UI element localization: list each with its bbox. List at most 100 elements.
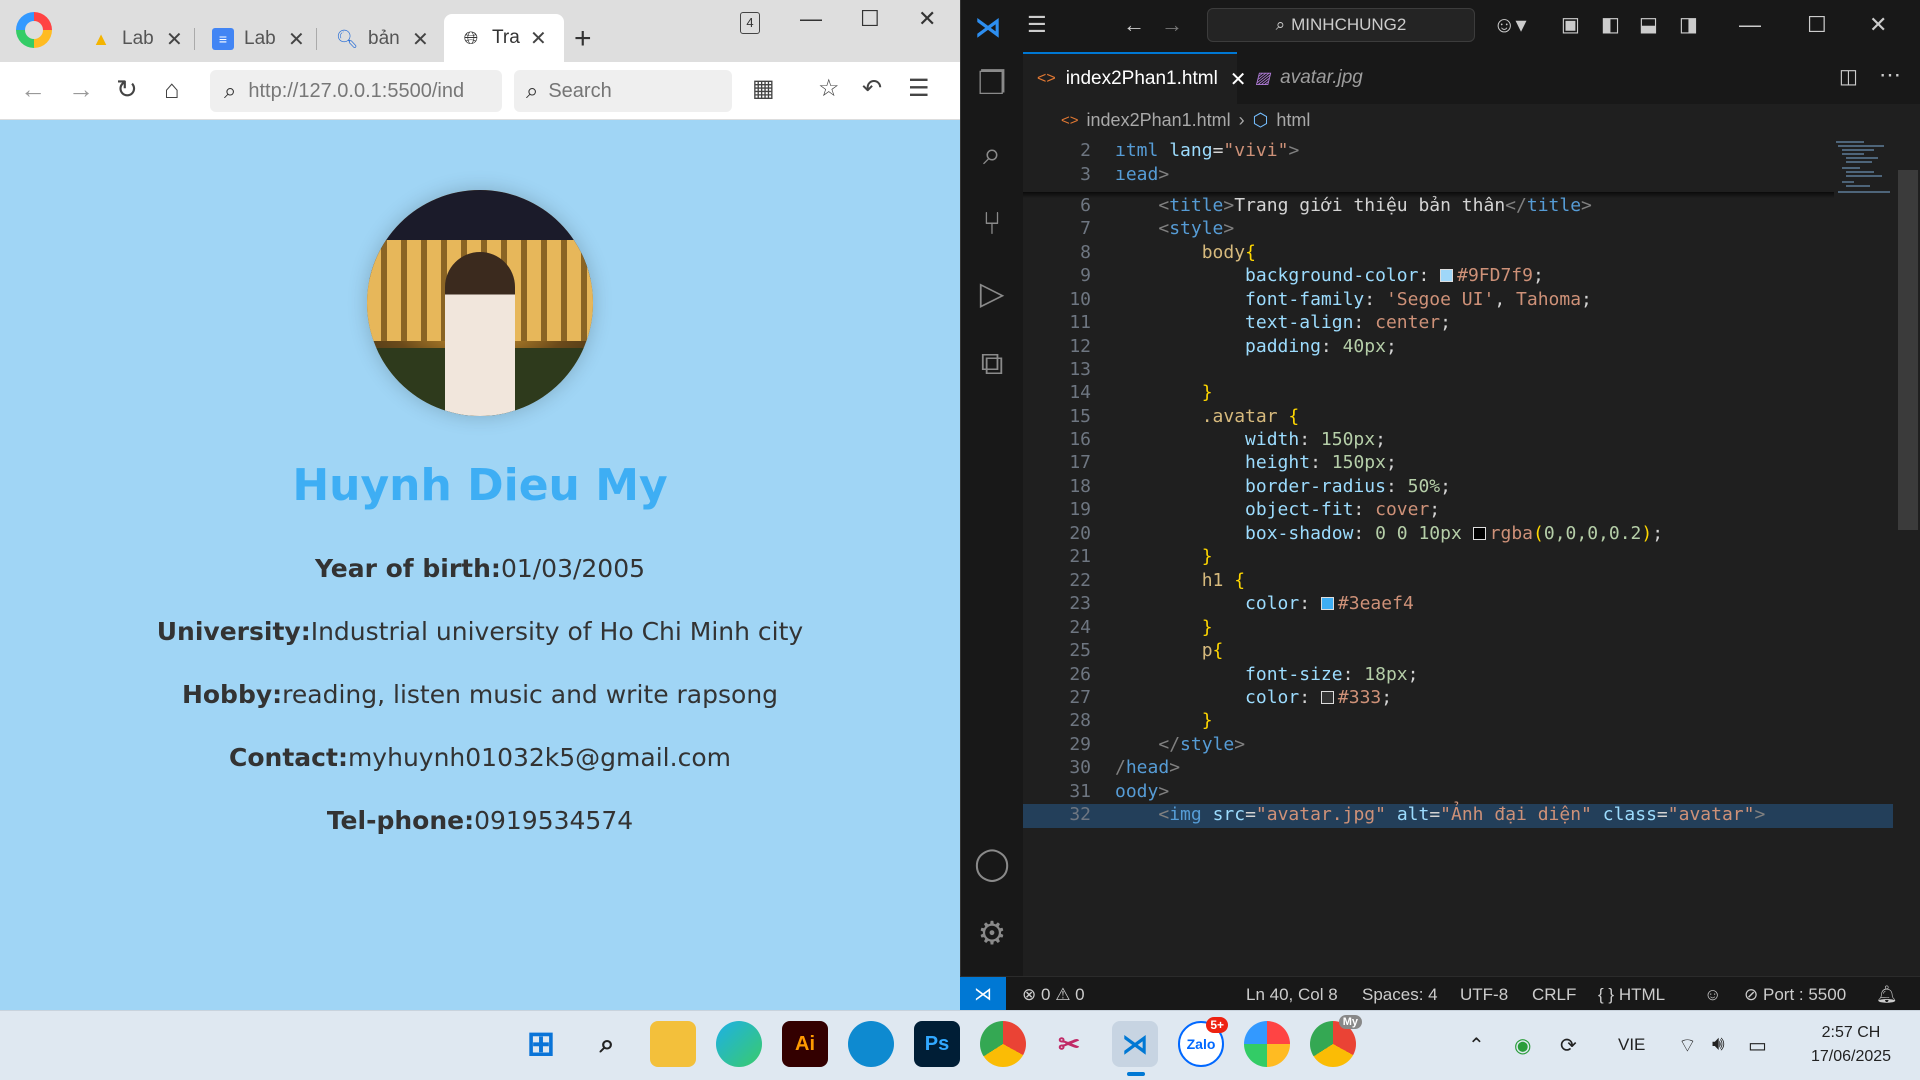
address-bar[interactable]: ⌕ http://127.0.0.1:5500/ind <box>210 70 502 112</box>
code-editor[interactable]: 2 ıtml lang="vivi"> 3 ıead> 6 <title>Trang… <box>1023 140 1893 976</box>
search-icon: ⌕ <box>526 78 539 103</box>
maximize-button[interactable]: ☐ <box>1807 12 1827 38</box>
chrome-icon[interactable] <box>980 1021 1026 1067</box>
snipping-tool-icon[interactable]: ✂ <box>1046 1021 1092 1067</box>
zalo-icon[interactable]: Zalo 5+ <box>1178 1017 1228 1067</box>
code-line: 22 h1 { <box>1069 570 1246 591</box>
code-line: 15 .avatar { <box>1069 406 1300 427</box>
search-box[interactable]: ⌕ <box>514 70 732 112</box>
code-line: 16 width: 150px; <box>1069 429 1386 450</box>
live-server-port[interactable]: ⊘ Port : 5500 <box>1744 985 1846 1005</box>
undo-icon[interactable]: ↶ <box>862 74 882 103</box>
minimize-button[interactable]: — <box>800 6 822 32</box>
code-line: 27 color: #333; <box>1069 687 1393 708</box>
close-window-button[interactable]: ✕ <box>918 6 936 32</box>
sync-icon[interactable]: ⟳ <box>1560 1033 1577 1058</box>
home-button[interactable]: ⌂ <box>164 74 180 105</box>
menu-icon[interactable]: ☰ <box>908 74 930 103</box>
copilot-icon[interactable]: ☺ <box>1704 985 1721 1005</box>
search-icon: 🔍︎ <box>335 28 359 49</box>
tab-active-page[interactable]: 🌐︎ Trai ✕ <box>444 14 564 62</box>
globe-icon: 🌐︎ <box>463 27 479 48</box>
account-icon[interactable]: ◯ <box>973 844 1011 882</box>
close-icon[interactable]: ✕ <box>530 26 547 51</box>
avatar <box>367 190 593 416</box>
forward-button[interactable]: → <box>1161 12 1183 38</box>
chevron-up-icon[interactable]: ⌃ <box>1468 1033 1485 1058</box>
minimap[interactable] <box>1834 138 1894 218</box>
input-language[interactable]: VIE <box>1618 1035 1645 1055</box>
edge-icon[interactable] <box>716 1021 762 1067</box>
editor-scrollbar[interactable] <box>1898 170 1918 530</box>
illustrator-icon[interactable]: Ai <box>782 1021 828 1067</box>
apps-grid-icon[interactable]: ▦ <box>752 74 775 103</box>
maximize-button[interactable]: ☐ <box>860 6 880 32</box>
remote-indicator-icon[interactable]: ⋊ <box>960 977 1006 1011</box>
forward-button[interactable]: → <box>68 74 94 105</box>
split-editor-icon[interactable]: ◫ <box>1839 64 1858 89</box>
vscode-taskbar-icon[interactable]: ⋊ <box>1112 1021 1158 1067</box>
browser-logo-icon[interactable] <box>16 12 52 48</box>
windows-start-icon[interactable]: ⊞ <box>518 1021 564 1067</box>
explorer-icon[interactable]: ❐ <box>973 64 1011 102</box>
back-button[interactable]: ← <box>20 74 46 105</box>
extensions-icon[interactable]: ⧉ <box>973 344 1011 382</box>
search-input[interactable] <box>548 79 709 103</box>
search-icon[interactable]: ⌕ <box>584 1021 630 1067</box>
volume-icon[interactable]: 🔊︎ <box>1712 1033 1725 1056</box>
copilot-icon[interactable]: ☺▾ <box>1493 12 1527 38</box>
browser-app-icon[interactable] <box>848 1021 894 1067</box>
new-tab-button[interactable]: + <box>574 22 592 56</box>
run-debug-icon[interactable]: ▷ <box>973 274 1011 312</box>
customize-layout-icon[interactable]: ▣ <box>1561 12 1580 37</box>
close-icon[interactable]: ✕ <box>412 27 429 52</box>
close-window-button[interactable]: ✕ <box>1869 12 1887 38</box>
reload-button[interactable]: ↻ <box>116 74 138 105</box>
back-button[interactable]: ← <box>1123 12 1145 38</box>
file-explorer-icon[interactable] <box>650 1021 696 1067</box>
chrome-profile-icon[interactable]: My <box>1310 1015 1362 1067</box>
command-center[interactable]: ⌕ MINHCHUNG2 <box>1207 8 1475 42</box>
tab-count-badge[interactable]: 4 <box>740 12 760 34</box>
url-text[interactable]: http://127.0.0.1:5500/ind <box>248 80 483 103</box>
tab-search[interactable]: 🔍︎ bản ✕ <box>336 16 429 62</box>
source-control-icon[interactable]: ⑂ <box>973 204 1011 242</box>
toggle-panel-icon[interactable]: ⬓ <box>1639 12 1658 37</box>
system-clock[interactable]: 2:57 CH 17/06/2025 <box>1796 1021 1906 1069</box>
photoshop-icon[interactable]: Ps <box>914 1021 960 1067</box>
cursor-position[interactable]: Ln 40, Col 8 <box>1246 985 1338 1005</box>
toggle-secondary-sidebar-icon[interactable]: ◨ <box>1679 12 1698 37</box>
breadcrumb-file[interactable]: index2Phan1.html <box>1087 110 1231 131</box>
search-icon[interactable]: ⌕ <box>973 134 1011 172</box>
favorites-icon[interactable]: ☆ <box>818 74 840 103</box>
tab-drive[interactable]: ▲ Lab ✕ <box>90 16 183 62</box>
status-bar: ⋊ ⊗ 0 ⚠ 0 Ln 40, Col 8 Spaces: 4 UTF-8 C… <box>960 976 1920 1011</box>
encoding[interactable]: UTF-8 <box>1460 985 1508 1005</box>
browser-nav-bar: ← → ↻ ⌂ ⌕ http://127.0.0.1:5500/ind ⌕ ▦ … <box>0 62 960 120</box>
indentation[interactable]: Spaces: 4 <box>1362 985 1438 1005</box>
menu-icon[interactable]: ☰ <box>1027 12 1047 38</box>
minimize-button[interactable]: — <box>1739 12 1761 38</box>
browser-ring-icon[interactable] <box>1244 1021 1290 1067</box>
more-actions-icon[interactable]: ⋯ <box>1879 62 1901 88</box>
language-mode[interactable]: { } HTML <box>1598 985 1665 1005</box>
close-icon[interactable]: ✕ <box>166 27 183 52</box>
close-icon[interactable]: ✕ <box>288 27 305 52</box>
vscode-window: ⋊ ☰ ← → ⌕ MINHCHUNG2 ☺▾ ▣ ◧ ⬓ ◨ — ☐ ✕ ❐ … <box>960 0 1920 1010</box>
code-line: 8 body{ <box>1080 242 1256 263</box>
toggle-sidebar-icon[interactable]: ◧ <box>1601 12 1620 37</box>
breadcrumb-element[interactable]: html <box>1276 110 1310 131</box>
wifi-icon[interactable]: ⌔ <box>1678 1033 1697 1058</box>
notifications-bell-icon[interactable]: 🔔︎ <box>1876 985 1898 1005</box>
code-line: 30/head> <box>1069 757 1181 778</box>
line-ending[interactable]: CRLF <box>1532 985 1576 1005</box>
code-line: 11 text-align: center; <box>1069 312 1451 333</box>
tab-avatar-jpg[interactable]: ▨ avatar.jpg <box>1241 52 1377 104</box>
battery-icon[interactable]: ▭ <box>1748 1033 1767 1058</box>
image-file-icon: ▨ <box>1255 70 1271 87</box>
tab-index-html[interactable]: <> index2Phan1.html ✕ <box>1023 52 1247 104</box>
problems-indicator[interactable]: ⊗ 0 ⚠ 0 <box>1022 985 1085 1005</box>
settings-gear-icon[interactable]: ⚙ <box>973 914 1011 952</box>
tray-app-icon[interactable]: ◉ <box>1514 1033 1531 1058</box>
tab-docs[interactable]: ≡ Lab ✕ <box>212 16 305 62</box>
